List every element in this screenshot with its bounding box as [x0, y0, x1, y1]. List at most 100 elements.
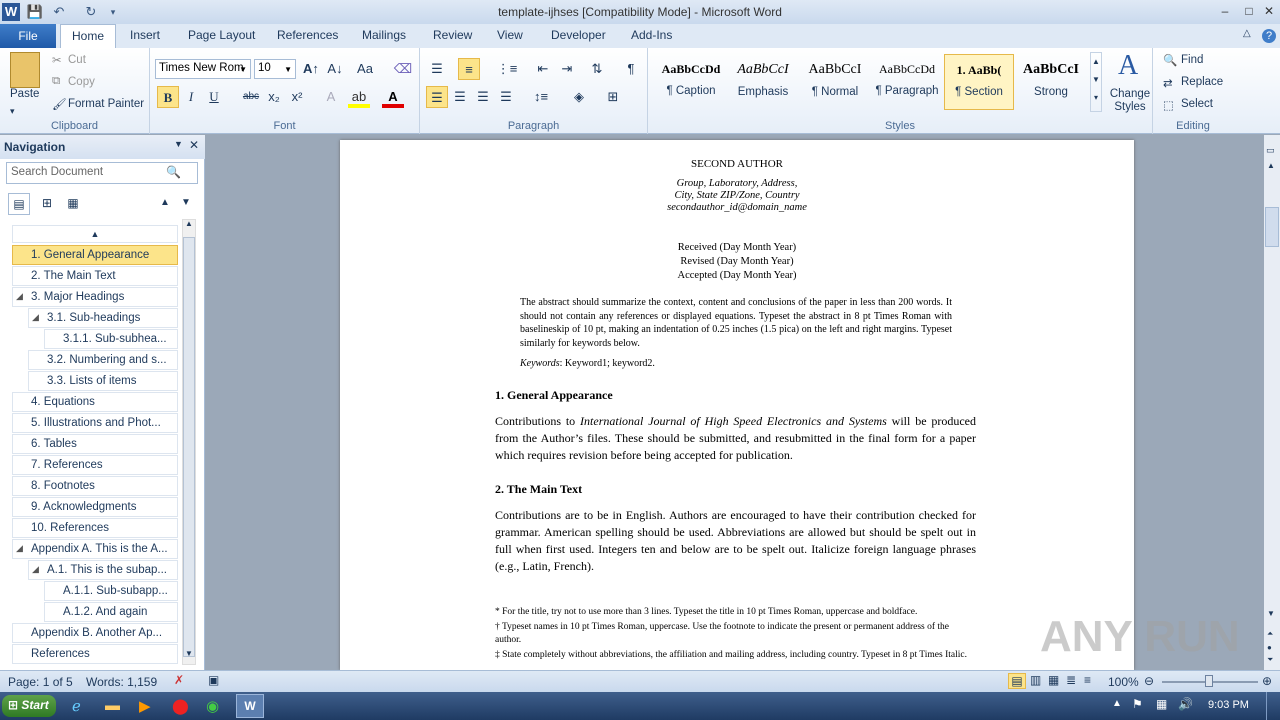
nav-item[interactable]: 2. The Main Text [12, 266, 178, 286]
document-page[interactable]: SECOND AUTHOR Group, Laboratory, Address… [340, 140, 1134, 670]
nav-item[interactable]: 10. References [12, 518, 178, 538]
tab-add-ins[interactable]: Add-Ins [631, 28, 672, 42]
replace-button[interactable]: Replace [1181, 76, 1223, 88]
outline-icon[interactable]: ≣ [1066, 673, 1076, 687]
zoom-slider-thumb[interactable] [1205, 675, 1213, 687]
format-painter-button[interactable]: Format Painter [68, 98, 144, 110]
expand-collapse-icon[interactable]: ◢ [16, 543, 23, 554]
nav-item[interactable]: A.1. This is the subap... [28, 560, 178, 580]
clock[interactable]: 9:03 PM [1208, 699, 1249, 711]
change-styles-button[interactable]: Change Styles [1108, 88, 1152, 114]
grow-font-icon[interactable]: A↑ [300, 58, 322, 80]
scroll-down-icon[interactable]: ▼ [183, 649, 195, 665]
browse-results-icon[interactable]: ▦ [62, 193, 84, 215]
scroll-thumb[interactable] [183, 237, 195, 657]
line-spacing-icon[interactable]: ↕≡ [530, 86, 552, 108]
chrome-icon[interactable]: ◉ [206, 697, 219, 715]
next-heading-icon[interactable]: ▼ [181, 197, 191, 208]
tab-references[interactable]: References [277, 28, 338, 42]
shrink-font-icon[interactable]: A↓ [324, 58, 346, 80]
find-button[interactable]: Find [1181, 54, 1203, 66]
justify-icon[interactable]: ☰ [495, 86, 517, 108]
network-icon[interactable]: ▦ [1156, 697, 1167, 711]
paste-dropdown-icon[interactable]: ▾ [10, 106, 15, 117]
media-player-icon[interactable]: ▶ [139, 697, 151, 715]
nav-item[interactable]: 1. General Appearance [12, 245, 178, 265]
close-pane-icon[interactable]: ✕ [189, 138, 199, 152]
superscript-button[interactable]: x² [286, 86, 308, 108]
minimize-ribbon-icon[interactable]: △ [1243, 28, 1251, 39]
scroll-down-icon[interactable]: ▼ [1267, 609, 1275, 618]
sort-icon[interactable]: ⇅ [586, 58, 608, 80]
font-family-dropdown[interactable]: Times New Rom ▼ [155, 59, 251, 79]
tab-page-layout[interactable]: Page Layout [188, 28, 255, 42]
scroll-thumb[interactable] [1265, 207, 1279, 247]
font-size-dropdown[interactable]: 10 ▼ [254, 59, 296, 79]
scroll-up-icon[interactable]: ▲ [1267, 161, 1275, 170]
browse-pages-icon[interactable]: ⊞ [36, 193, 58, 215]
nav-item[interactable]: 8. Footnotes [12, 476, 178, 496]
copy-icon[interactable]: ⧉ [52, 75, 60, 88]
paste-button[interactable]: Paste [10, 88, 39, 100]
show-hide-icon[interactable]: ¶ [620, 58, 642, 80]
font-color-icon[interactable]: A [382, 86, 404, 108]
page-count[interactable]: Page: 1 of 5 [8, 675, 73, 689]
tab-view[interactable]: View [497, 28, 523, 42]
zoom-in-icon[interactable]: ⊕ [1262, 674, 1272, 688]
increase-indent-icon[interactable]: ⇥ [556, 58, 578, 80]
internet-explorer-icon[interactable]: ℯ [72, 697, 81, 715]
file-explorer-icon[interactable]: ▬ [105, 697, 120, 714]
scroll-up-icon[interactable]: ▲ [183, 219, 195, 235]
nav-item[interactable]: 7. References [12, 455, 178, 475]
expand-collapse-icon[interactable]: ◢ [16, 291, 23, 302]
print-layout-icon[interactable]: ▤ [1008, 673, 1026, 689]
align-center-icon[interactable]: ☰ [449, 86, 471, 108]
multilevel-list-icon[interactable]: ⋮≡ [496, 58, 518, 80]
underline-button[interactable]: U [203, 86, 225, 108]
tab-file[interactable]: File [0, 24, 56, 48]
format-painter-icon[interactable]: 🖌 [52, 97, 67, 111]
align-right-icon[interactable]: ☰ [472, 86, 494, 108]
volume-icon[interactable]: 🔊 [1178, 697, 1193, 711]
nav-item[interactable]: 3. Major Headings [12, 287, 178, 307]
nav-item[interactable]: 3.3. Lists of items [28, 371, 178, 391]
nav-item[interactable]: References [12, 644, 178, 664]
nav-item[interactable]: 9. Acknowledgments [12, 497, 178, 517]
word-count[interactable]: Words: 1,159 [86, 675, 157, 689]
word-taskbar-icon[interactable]: W [236, 694, 264, 718]
collapse-all-icon[interactable]: ▲ [12, 225, 178, 243]
shading-icon[interactable]: ◈ [568, 86, 590, 108]
bold-button[interactable]: B [157, 86, 179, 108]
tab-review[interactable]: Review [433, 28, 472, 42]
style-emphasis[interactable]: AaBbCcI Emphasis [728, 54, 798, 110]
select-button[interactable]: Select [1181, 98, 1213, 110]
close-button[interactable]: ✕ [1258, 2, 1280, 20]
style-paragraph[interactable]: AaBbCcDd ¶ Paragraph [872, 54, 942, 110]
document-scrollbar[interactable]: ▭ ▲ ▼ ⏶ ● ⏷ [1264, 135, 1280, 670]
styles-scroll[interactable]: ▲ ▼ ▾ [1090, 52, 1102, 112]
decrease-indent-icon[interactable]: ⇤ [532, 58, 554, 80]
numbering-icon[interactable]: ≡ [458, 58, 480, 80]
draft-icon[interactable]: ≡ [1084, 673, 1091, 687]
paste-icon[interactable] [10, 52, 40, 88]
previous-page-icon[interactable]: ⏶ [1267, 629, 1273, 639]
find-icon[interactable]: 🔍 [1163, 53, 1177, 67]
maximize-button[interactable]: □ [1238, 2, 1260, 20]
pane-options-icon[interactable]: ▼ [174, 139, 183, 149]
highlight-icon[interactable]: ab [348, 86, 370, 108]
copy-button[interactable]: Copy [68, 76, 95, 88]
nav-item[interactable]: Appendix A. This is the A... [12, 539, 178, 559]
browse-headings-icon[interactable]: ▤ [8, 193, 30, 215]
style-normal[interactable]: AaBbCcI ¶ Normal [800, 54, 870, 110]
nav-item[interactable]: 6. Tables [12, 434, 178, 454]
show-hidden-icons[interactable]: ▲ [1112, 698, 1122, 709]
cut-icon[interactable]: ✂ [52, 53, 62, 67]
style-caption[interactable]: AaBbCcDd ¶ Caption [656, 54, 726, 110]
change-case-icon[interactable]: Aa [354, 58, 376, 80]
help-icon[interactable]: ? [1262, 29, 1276, 43]
italic-button[interactable]: I [180, 86, 202, 108]
action-center-icon[interactable]: ⚑ [1132, 697, 1143, 711]
zoom-out-icon[interactable]: ⊖ [1144, 674, 1154, 688]
antivirus-icon[interactable]: ⬤ [172, 697, 189, 715]
ruler-toggle-icon[interactable]: ▭ [1266, 145, 1275, 156]
